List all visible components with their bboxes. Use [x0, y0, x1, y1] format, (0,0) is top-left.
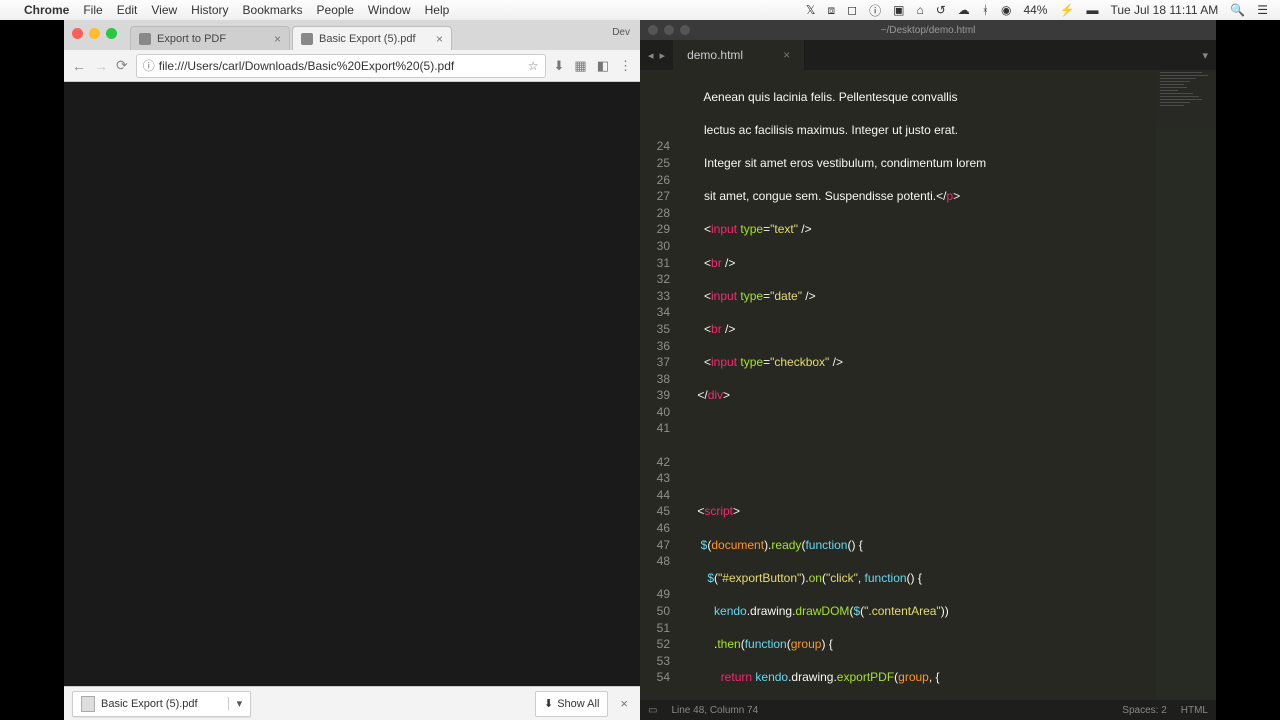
- editor-tabbar: ◂ ▸ demo.html × ▾: [640, 40, 1216, 70]
- window-controls: [72, 28, 117, 39]
- extension-icon[interactable]: ◧: [597, 58, 609, 74]
- minimap[interactable]: [1156, 70, 1216, 700]
- dropbox-icon[interactable]: ⧈: [827, 3, 835, 18]
- address-bar[interactable]: ⓘ file:///Users/carl/Downloads/Basic%20E…: [136, 54, 546, 78]
- back-button[interactable]: ←: [72, 58, 86, 74]
- status-panel-icon[interactable]: ▭: [648, 705, 657, 716]
- bluetooth-icon[interactable]: ᚼ: [982, 3, 989, 17]
- menu-history[interactable]: History: [191, 3, 228, 17]
- editor-minimize-button[interactable]: [664, 25, 674, 35]
- favicon-icon: [301, 33, 313, 45]
- downloads-bar: Basic Export (5).pdf ▾ ⬇ Show All ×: [64, 686, 640, 720]
- chrome-tabbar: Export to PDF × Basic Export (5).pdf × D…: [64, 20, 640, 50]
- favicon-icon: [139, 33, 151, 45]
- menu-file[interactable]: File: [83, 3, 102, 17]
- flag-icon[interactable]: ▬: [1086, 3, 1098, 17]
- tab-nav-right-icon[interactable]: ▸: [660, 49, 666, 62]
- chrome-toolbar: ← → ⟳ ⓘ file:///Users/carl/Downloads/Bas…: [64, 50, 640, 82]
- menu-bookmarks[interactable]: Bookmarks: [243, 3, 303, 17]
- chrome-window: Export to PDF × Basic Export (5).pdf × D…: [64, 20, 640, 720]
- close-window-button[interactable]: [72, 28, 83, 39]
- cloud-icon[interactable]: ☁: [958, 3, 970, 17]
- menubar-app-name[interactable]: Chrome: [24, 3, 69, 17]
- file-icon: [81, 696, 95, 712]
- menu-edit[interactable]: Edit: [117, 3, 138, 17]
- line-gutter: 242526272829 303132333435 363738394041 4…: [640, 70, 680, 700]
- download-icon[interactable]: ⬇: [554, 58, 565, 74]
- download-options-caret-icon[interactable]: ▾: [228, 697, 243, 710]
- camera-icon[interactable]: ▣: [893, 3, 904, 17]
- editor-titlebar: ~/Desktop/demo.html: [640, 20, 1216, 40]
- twitter-icon[interactable]: 𝕏: [806, 3, 816, 17]
- battery-icon[interactable]: ⚡: [1059, 3, 1074, 17]
- editor-window-title: ~/Desktop/demo.html: [881, 25, 976, 36]
- tab-basic-export-pdf[interactable]: Basic Export (5).pdf ×: [292, 26, 452, 50]
- code-area[interactable]: 242526272829 303132333435 363738394041 4…: [640, 70, 1216, 700]
- info-icon[interactable]: ⓘ: [869, 2, 881, 19]
- editor-maximize-button[interactable]: [680, 25, 690, 35]
- tab-title: Basic Export (5).pdf: [319, 33, 416, 45]
- wifi-icon[interactable]: ◉: [1001, 3, 1011, 17]
- close-tab-icon[interactable]: ×: [436, 32, 443, 46]
- bookmark-star-icon[interactable]: ☆: [528, 59, 539, 73]
- menu-people[interactable]: People: [317, 3, 354, 17]
- code-content[interactable]: Aenean quis lacinia felis. Pellentesque …: [680, 70, 1216, 700]
- macos-menubar: Chrome File Edit View History Bookmarks …: [0, 0, 1280, 20]
- close-tab-icon[interactable]: ×: [274, 32, 281, 46]
- close-downloads-bar-icon[interactable]: ×: [616, 696, 632, 711]
- code-editor-window: ~/Desktop/demo.html ◂ ▸ demo.html × ▾ 24…: [640, 20, 1216, 720]
- reload-button[interactable]: ⟳: [116, 57, 128, 74]
- editor-close-button[interactable]: [648, 25, 658, 35]
- site-info-icon[interactable]: ⓘ: [143, 57, 155, 74]
- tab-nav-left-icon[interactable]: ◂: [648, 49, 654, 62]
- editor-statusbar: ▭ Line 48, Column 74 Spaces: 2 HTML: [640, 700, 1216, 720]
- menu-icon[interactable]: ☰: [1257, 3, 1268, 17]
- menu-view[interactable]: View: [151, 3, 177, 17]
- right-black-strip: [1216, 20, 1280, 720]
- show-all-downloads-button[interactable]: ⬇ Show All: [535, 691, 608, 717]
- extension-icon[interactable]: ▦: [574, 58, 586, 74]
- tab-title: Export to PDF: [157, 33, 226, 45]
- forward-button[interactable]: →: [94, 58, 108, 74]
- status-language[interactable]: HTML: [1181, 705, 1208, 716]
- pdf-viewer-area[interactable]: [64, 82, 640, 686]
- editor-tab-demo-html[interactable]: demo.html ×: [673, 40, 805, 70]
- download-filename: Basic Export (5).pdf: [101, 698, 198, 710]
- status-spaces[interactable]: Spaces: 2: [1122, 705, 1166, 716]
- close-tab-icon[interactable]: ×: [783, 48, 790, 62]
- clock[interactable]: Tue Jul 18 11:11 AM: [1110, 3, 1218, 17]
- download-item[interactable]: Basic Export (5).pdf ▾: [72, 691, 251, 717]
- url-text: file:///Users/carl/Downloads/Basic%20Exp…: [159, 59, 454, 73]
- editor-tab-label: demo.html: [687, 48, 743, 62]
- app-icon[interactable]: ◻: [847, 3, 857, 17]
- download-arrow-icon: ⬇: [544, 697, 553, 710]
- minimize-window-button[interactable]: [89, 28, 100, 39]
- tab-export-to-pdf[interactable]: Export to PDF ×: [130, 26, 290, 50]
- menu-window[interactable]: Window: [368, 3, 411, 17]
- spotlight-icon[interactable]: 🔍: [1230, 3, 1245, 17]
- tab-overflow-icon[interactable]: ▾: [1202, 49, 1208, 62]
- dev-label: Dev: [612, 27, 630, 38]
- chrome-menu-icon[interactable]: ⋮: [619, 58, 632, 74]
- menu-help[interactable]: Help: [425, 3, 450, 17]
- show-all-label: Show All: [557, 698, 599, 710]
- screen-icon[interactable]: ⌂: [916, 3, 923, 17]
- status-cursor[interactable]: Line 48, Column 74: [671, 705, 758, 716]
- battery-percent[interactable]: 44%: [1023, 3, 1047, 17]
- left-black-strip: [0, 20, 64, 720]
- sync-icon[interactable]: ↺: [936, 3, 946, 17]
- maximize-window-button[interactable]: [106, 28, 117, 39]
